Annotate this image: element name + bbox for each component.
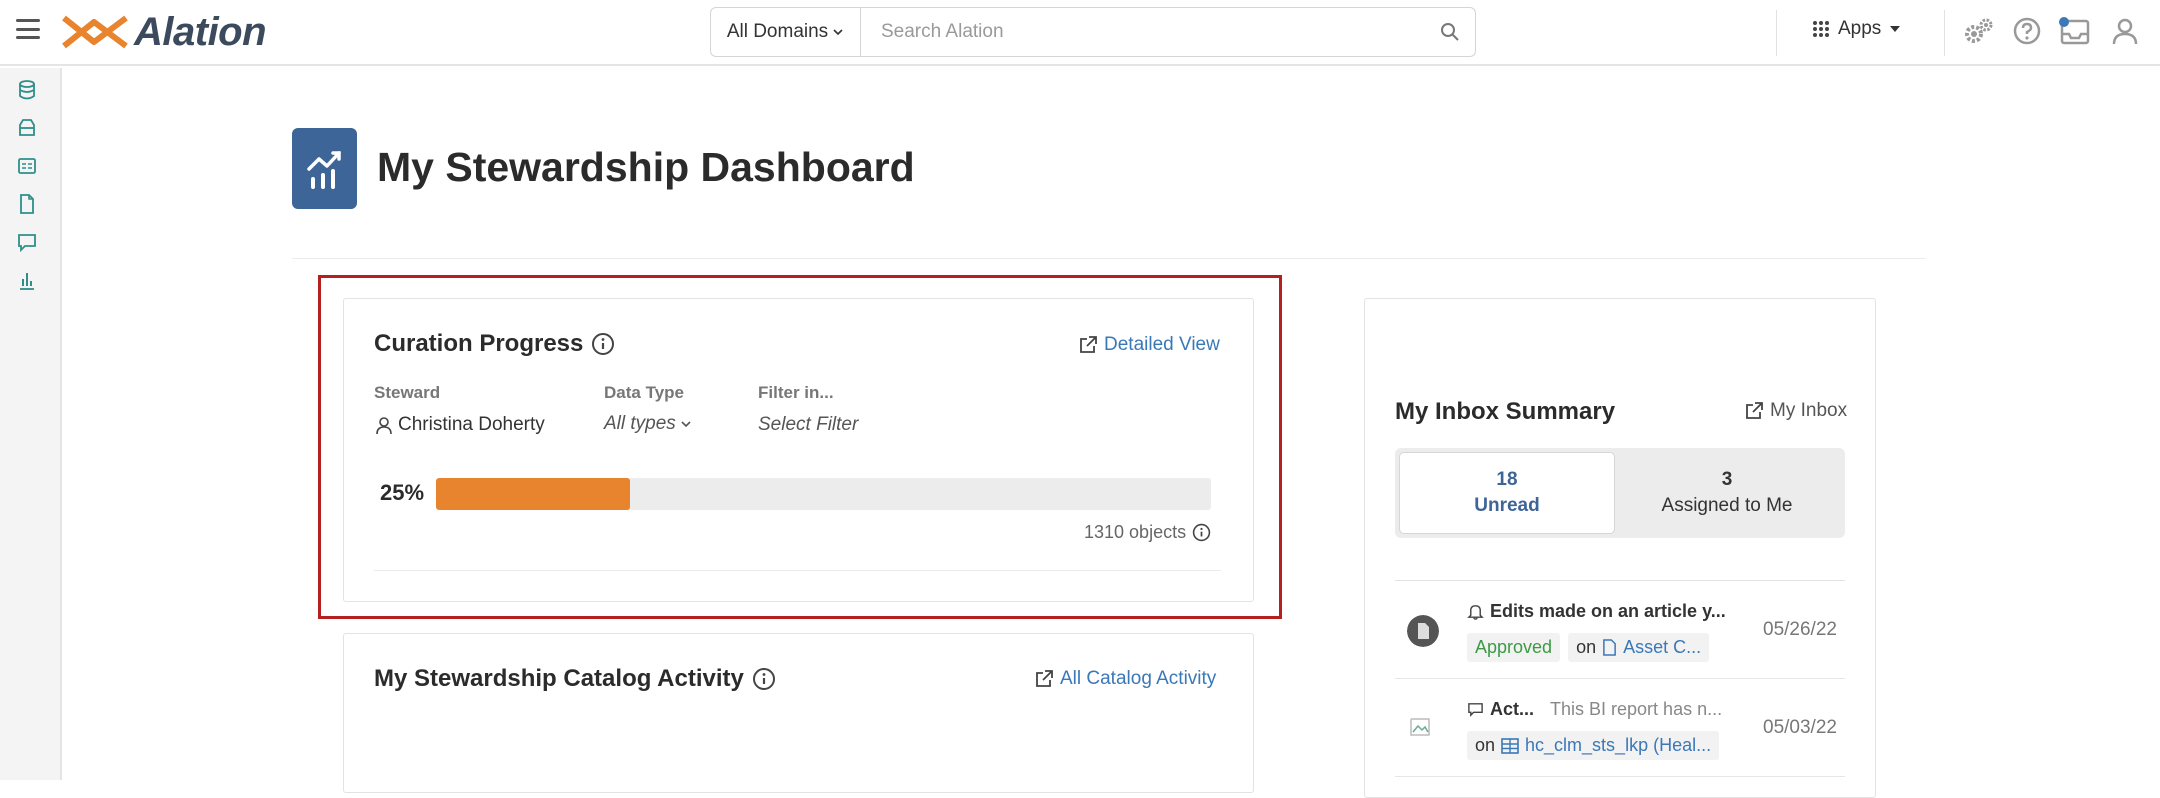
comment-icon bbox=[1468, 703, 1483, 717]
curation-progress-title-text: Curation Progress bbox=[374, 330, 584, 357]
external-link-icon bbox=[1080, 336, 1097, 353]
data-type-label: Data Type bbox=[604, 383, 684, 402]
steward-name: Christina Doherty bbox=[398, 414, 545, 435]
inbox-row-title-text: Edits made on an article y... bbox=[1490, 601, 1726, 621]
on-label: on bbox=[1475, 735, 1496, 755]
top-bar: Alation All Domains Apps bbox=[0, 0, 2160, 66]
nav-article-icon[interactable] bbox=[15, 192, 39, 216]
card-divider bbox=[374, 570, 1221, 571]
search-bar: All Domains bbox=[710, 7, 1476, 57]
target-link: hc_clm_sts_lkp (Heal... bbox=[1525, 735, 1712, 755]
target-link: Asset C... bbox=[1623, 637, 1702, 657]
all-catalog-activity-link[interactable]: All Catalog Activity bbox=[1034, 668, 1216, 690]
user-profile-icon[interactable] bbox=[2108, 14, 2142, 48]
steward-value[interactable]: Christina Doherty bbox=[374, 414, 545, 436]
article-avatar-icon bbox=[1407, 615, 1439, 647]
tab-unread-label: Unread bbox=[1474, 495, 1540, 516]
filter-label: Filter in... bbox=[758, 383, 834, 402]
target-chip[interactable]: on Asset C... bbox=[1568, 633, 1710, 662]
inbox-summary-title: My Inbox Summary bbox=[1395, 398, 1616, 425]
topbar-separator bbox=[1776, 10, 1777, 56]
my-inbox-label: My Inbox bbox=[1770, 400, 1848, 421]
dashboard-chart-icon bbox=[292, 128, 357, 209]
inbox-list: Edits made on an article y... Approved o… bbox=[1395, 580, 1845, 780]
nav-file-system-icon[interactable] bbox=[15, 116, 39, 140]
inbox-row-title: Act... This BI report has n... bbox=[1467, 699, 1722, 720]
bell-icon bbox=[1467, 605, 1484, 620]
domain-select[interactable]: All Domains bbox=[711, 8, 861, 56]
detailed-view-link[interactable]: Detailed View bbox=[1078, 334, 1220, 356]
chevron-down-icon bbox=[681, 421, 691, 428]
inbox-row-date: 05/26/22 bbox=[1763, 619, 1837, 640]
progress-bar-fill bbox=[436, 478, 630, 510]
nav-conversation-icon[interactable] bbox=[15, 230, 39, 254]
broken-image-avatar-icon bbox=[1410, 718, 1430, 736]
highlight-box bbox=[318, 275, 1282, 619]
inbox-row[interactable]: Edits made on an article y... Approved o… bbox=[1395, 581, 1845, 679]
inbox-row-date: 05/03/22 bbox=[1763, 717, 1837, 738]
inbox-row-title: Edits made on an article y... bbox=[1467, 601, 1726, 622]
nav-bi-report-icon[interactable] bbox=[15, 154, 39, 178]
header-divider bbox=[292, 258, 1926, 259]
inbox-row-details: on hc_clm_sts_lkp (Heal... bbox=[1467, 731, 1720, 760]
tab-unread[interactable]: 18 Unread bbox=[1399, 452, 1615, 534]
inbox-icon[interactable] bbox=[2058, 14, 2092, 48]
all-catalog-activity-label: All Catalog Activity bbox=[1060, 668, 1217, 689]
status-badge: Approved bbox=[1467, 633, 1561, 662]
grid-icon bbox=[1813, 21, 1829, 37]
inbox-row-details: Approved on Asset C... bbox=[1467, 633, 1710, 662]
on-label: on bbox=[1576, 637, 1597, 657]
inbox-row-title-text: Act... bbox=[1490, 699, 1535, 719]
table-icon bbox=[1501, 737, 1519, 754]
external-link-icon bbox=[1036, 670, 1053, 687]
tab-assigned-to-me[interactable]: 3 Assigned to Me bbox=[1619, 452, 1835, 534]
chevron-down-icon bbox=[833, 29, 843, 36]
inbox-row-snippet: This BI report has n... bbox=[1550, 699, 1723, 719]
help-icon[interactable] bbox=[2010, 14, 2044, 48]
apps-label: Apps bbox=[1838, 18, 1882, 39]
apps-menu-button[interactable]: Apps bbox=[1812, 18, 1901, 40]
progress-bar bbox=[436, 478, 1211, 510]
curation-progress-title: Curation Progress bbox=[374, 330, 615, 358]
info-icon[interactable] bbox=[752, 667, 776, 691]
target-chip[interactable]: on hc_clm_sts_lkp (Heal... bbox=[1467, 731, 1720, 760]
nav-database-icon[interactable] bbox=[15, 78, 39, 102]
data-type-value: All types bbox=[604, 413, 676, 434]
hamburger-menu-icon[interactable] bbox=[16, 19, 40, 39]
my-inbox-link[interactable]: My Inbox bbox=[1744, 400, 1847, 422]
catalog-activity-title-text: My Stewardship Catalog Activity bbox=[374, 665, 744, 692]
logo-text: Alation bbox=[134, 9, 267, 54]
info-icon[interactable] bbox=[591, 332, 615, 356]
select-filter[interactable]: Select Filter bbox=[758, 414, 858, 436]
search-icon[interactable] bbox=[1425, 22, 1475, 42]
tab-assigned-label: Assigned to Me bbox=[1661, 495, 1793, 516]
object-count: 1310 objects bbox=[1084, 522, 1211, 543]
catalog-activity-title: My Stewardship Catalog Activity bbox=[374, 665, 776, 693]
tab-unread-count: 18 bbox=[1496, 469, 1518, 490]
select-filter-value: Select Filter bbox=[758, 414, 859, 435]
catalog-activity-card bbox=[343, 633, 1254, 793]
inbox-row[interactable]: Act... This BI report has n... on hc_clm… bbox=[1395, 679, 1845, 777]
article-icon bbox=[1603, 639, 1616, 656]
page-title: My Stewardship Dashboard bbox=[377, 144, 915, 190]
info-icon[interactable] bbox=[1192, 523, 1211, 542]
alation-logo[interactable]: Alation bbox=[60, 9, 267, 54]
object-count-text: 1310 objects bbox=[1084, 522, 1187, 542]
settings-gears-icon[interactable] bbox=[1962, 14, 1996, 48]
detailed-view-label: Detailed View bbox=[1104, 334, 1220, 355]
progress-percent: 25% bbox=[380, 480, 425, 505]
external-link-icon bbox=[1746, 402, 1763, 419]
search-input[interactable] bbox=[861, 8, 1425, 56]
alation-logo-mark-icon bbox=[62, 15, 128, 49]
user-icon bbox=[376, 417, 392, 435]
inbox-tabs: 18 Unread 3 Assigned to Me bbox=[1395, 448, 1845, 538]
caret-down-icon bbox=[1890, 26, 1901, 32]
topbar-separator bbox=[1944, 10, 1945, 56]
nav-analytics-icon[interactable] bbox=[15, 268, 39, 292]
tab-assigned-count: 3 bbox=[1721, 469, 1733, 490]
domain-select-label: All Domains bbox=[726, 21, 829, 42]
left-nav bbox=[0, 68, 62, 780]
data-type-select[interactable]: All types bbox=[604, 413, 692, 435]
steward-label: Steward bbox=[374, 383, 441, 402]
